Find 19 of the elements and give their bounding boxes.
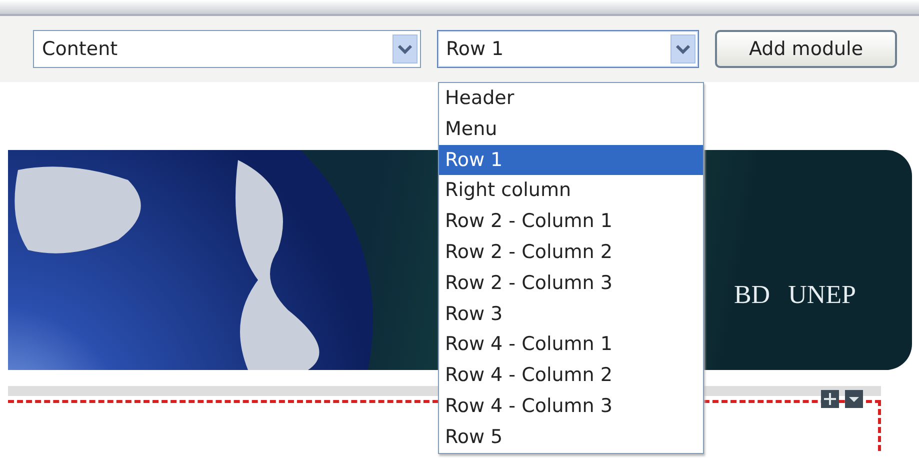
logo-text: UNEP (788, 280, 856, 310)
add-module-button[interactable]: Add module (715, 30, 897, 68)
dropdown-option[interactable]: Row 2 - Column 1 (439, 206, 703, 237)
dropdown-option[interactable]: Row 4 - Column 2 (439, 360, 703, 391)
dropdown-option[interactable]: Row 2 - Column 2 (439, 236, 703, 268)
collapse-icon[interactable] (844, 389, 864, 409)
position-select[interactable]: Row 1 (437, 30, 699, 68)
dropdown-option[interactable]: Row 2 - Column 3 (439, 268, 703, 299)
logo-text: BD (734, 280, 770, 310)
dropdown-option[interactable]: Row 5 (439, 422, 703, 453)
dropdown-option[interactable]: Header (439, 83, 703, 114)
dropdown-option[interactable]: Row 1 (439, 144, 703, 176)
dropdown-option[interactable]: Row 3 (439, 298, 703, 330)
dropdown-option[interactable]: Row 4 - Column 1 (439, 329, 703, 360)
move-icon[interactable] (820, 389, 840, 409)
dropdown-option[interactable]: Menu (439, 114, 703, 145)
area-select[interactable]: Content (33, 30, 421, 68)
dropdown-option[interactable]: Row 4 - Column 3 (439, 390, 703, 422)
dropdown-option[interactable]: Right column (439, 175, 703, 206)
